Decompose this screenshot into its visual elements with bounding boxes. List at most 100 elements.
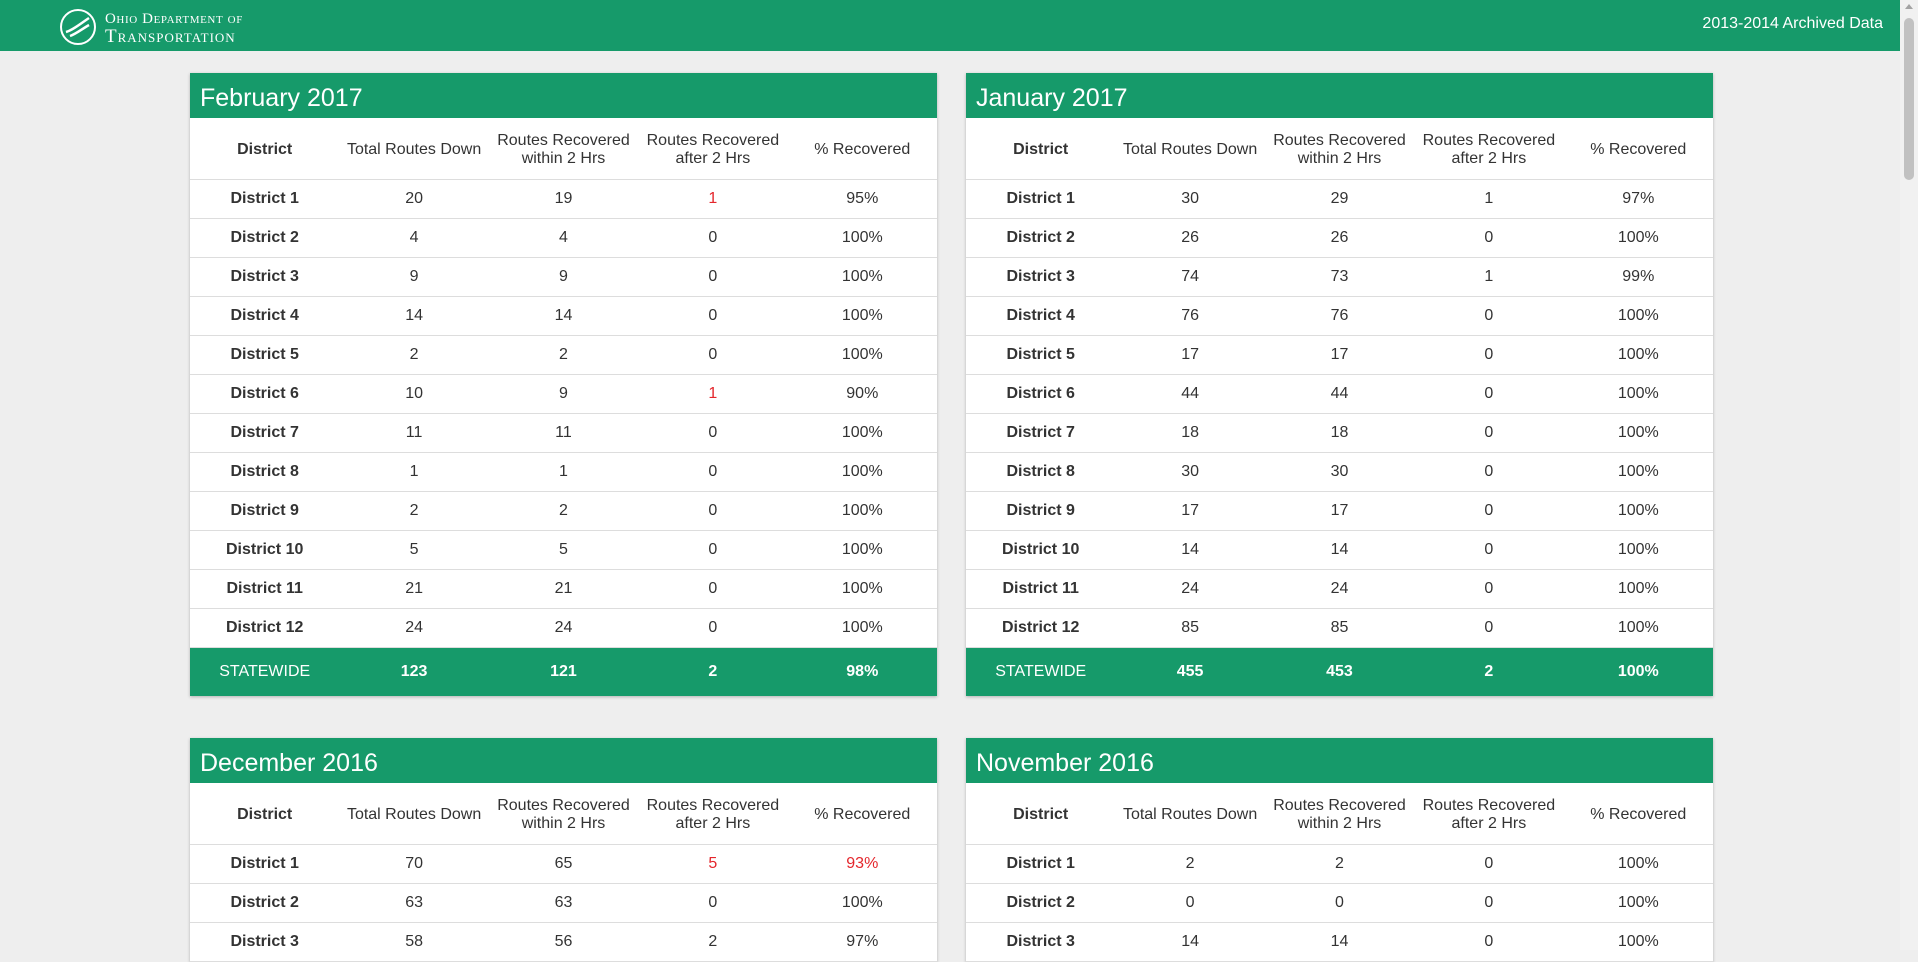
value-cell: 2 [339,335,489,375]
value-cell: 100% [1563,218,1713,258]
statewide-value: 100% [1563,647,1713,696]
top-navbar: Ohio Department of Transportation 2013-2… [0,0,1900,51]
value-cell: 0 [638,218,788,258]
statewide-value: 123 [339,647,489,696]
column-header: District [966,121,1116,180]
district-name-cell: District 5 [190,335,340,375]
district-name-cell: District 4 [966,296,1116,336]
table-row: District 3 14 14 0 100% [966,922,1713,962]
value-cell: 19 [488,179,639,219]
scroll-up-arrow-icon[interactable] [1905,4,1913,9]
district-name-cell: District 12 [966,608,1116,648]
value-cell: 14 [488,296,639,336]
value-cell: 100% [787,491,937,531]
panel-title: December 2016 [190,738,937,786]
value-cell: 26 [1115,218,1265,258]
district-name-cell: District 11 [966,569,1116,609]
value-cell: 76 [1264,296,1415,336]
table-header-row: District Total Routes Down Routes Recovere… [190,121,937,180]
value-cell: 0 [638,257,788,297]
table-row: District 9 17 17 0 100% [966,491,1713,531]
recovery-table: District Total Routes Down Routes Recovere… [966,786,1713,962]
statewide-total-row: STATEWIDE 123 121 2 98% [190,647,937,696]
table-row: District 1 30 29 1 97% [966,179,1713,219]
value-cell: 17 [1264,491,1415,531]
panel-title: November 2016 [966,738,1713,786]
district-name-cell: District 3 [190,257,340,297]
scrollbar-thumb[interactable] [1904,18,1914,180]
value-cell: 1 [1414,179,1564,219]
column-header: Total Routes Down [339,121,489,180]
table-row: District 3 58 56 2 97% [190,922,937,962]
table-row: District 9 2 2 0 100% [190,491,937,531]
value-cell: 1 [638,179,788,219]
value-cell: 14 [339,296,489,336]
table-row: District 1 70 65 5 93% [190,844,937,884]
district-name-cell: District 9 [966,491,1116,531]
statewide-total-row: STATEWIDE 455 453 2 100% [966,647,1713,696]
value-cell: 100% [787,413,937,453]
value-cell: 0 [638,883,788,923]
value-cell: 100% [787,335,937,375]
value-cell: 17 [1115,335,1265,375]
district-name-cell: District 6 [966,374,1116,414]
value-cell: 24 [488,608,639,648]
month-panel: January 2017 District Total Routes Down Rou… [966,73,1713,696]
value-cell: 97% [787,922,937,962]
value-cell: 14 [1264,530,1415,570]
page-scrollbar[interactable] [1900,0,1918,950]
value-cell: 18 [1115,413,1265,453]
value-cell: 20 [339,179,489,219]
value-cell: 0 [1115,883,1265,923]
column-header: District [190,121,340,180]
table-row: District 1 20 19 1 95% [190,179,937,219]
statewide-value: 2 [638,647,788,696]
value-cell: 10 [339,374,489,414]
value-cell: 0 [1414,296,1564,336]
value-cell: 0 [1414,569,1564,609]
district-name-cell: District 1 [190,844,340,884]
value-cell: 100% [1563,452,1713,492]
odot-logo[interactable]: Ohio Department of Transportation [60,7,290,47]
district-name-cell: District 2 [190,218,340,258]
value-cell: 56 [488,922,639,962]
column-header: District [190,786,340,845]
value-cell: 63 [488,883,639,923]
column-header: Total Routes Down [339,786,489,845]
value-cell: 1 [339,452,489,492]
value-cell: 44 [1264,374,1415,414]
value-cell: 0 [638,413,788,453]
value-cell: 0 [638,335,788,375]
value-cell: 90% [787,374,937,414]
value-cell: 63 [339,883,489,923]
value-cell: 29 [1264,179,1415,219]
statewide-value: 455 [1115,647,1265,696]
district-name-cell: District 7 [966,413,1116,453]
district-name-cell: District 8 [190,452,340,492]
table-row: District 2 4 4 0 100% [190,218,937,258]
district-name-cell: District 7 [190,413,340,453]
value-cell: 0 [638,296,788,336]
recovery-table: District Total Routes Down Routes Recovere… [190,121,937,696]
value-cell: 9 [488,257,639,297]
statewide-value: 121 [488,647,639,696]
value-cell: 17 [1264,335,1415,375]
district-name-cell: District 1 [190,179,340,219]
district-name-cell: District 11 [190,569,340,609]
value-cell: 1 [638,374,788,414]
column-header: Routes Recovered after 2 Hrs [1414,786,1564,845]
value-cell: 85 [1115,608,1265,648]
value-cell: 0 [638,569,788,609]
table-row: District 5 2 2 0 100% [190,335,937,375]
district-name-cell: District 1 [966,179,1116,219]
value-cell: 0 [1414,413,1564,453]
value-cell: 2 [488,491,639,531]
value-cell: 95% [787,179,937,219]
archived-data-link[interactable]: 2013-2014 Archived Data [1702,15,1883,33]
value-cell: 0 [1414,374,1564,414]
value-cell: 58 [339,922,489,962]
value-cell: 100% [787,608,937,648]
district-name-cell: District 9 [190,491,340,531]
recovery-table: District Total Routes Down Routes Recovere… [190,786,937,962]
district-name-cell: District 10 [190,530,340,570]
